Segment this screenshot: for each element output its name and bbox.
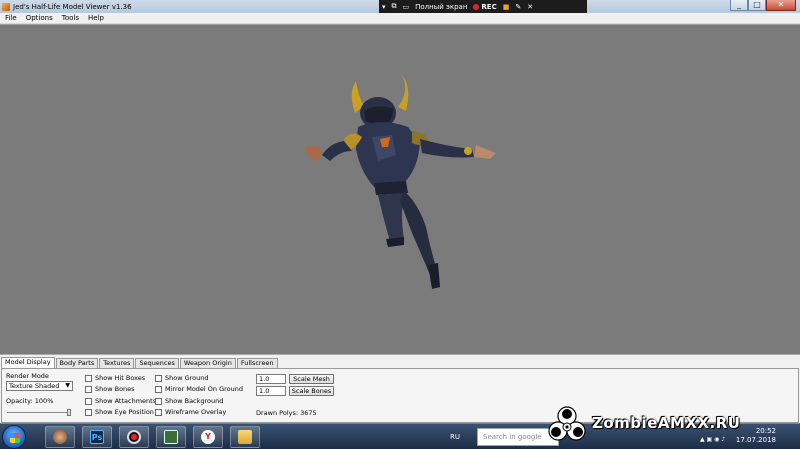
opacity-slider-thumb[interactable]: [67, 409, 71, 416]
model-viewport[interactable]: [0, 24, 800, 354]
window-icon[interactable]: ▭: [403, 3, 410, 11]
taskbar-app-yandex[interactable]: Y: [193, 426, 223, 448]
menu-bar: File Options Tools Help: [0, 13, 800, 24]
yandex-browser-icon: Y: [201, 430, 215, 444]
opacity-slider[interactable]: [7, 409, 71, 416]
taskbar-app-recorder[interactable]: [119, 426, 149, 448]
scale-bones-button[interactable]: Scale Bones: [289, 386, 334, 396]
tab-weapon-origin[interactable]: Weapon Origin: [179, 358, 236, 368]
wireframe-overlay-checkbox[interactable]: Wireframe Overlay: [155, 408, 226, 416]
record-icon: [127, 430, 141, 444]
photoshop-icon: Ps: [90, 430, 104, 444]
tab-textures[interactable]: Textures: [99, 358, 135, 368]
tab-model-display[interactable]: Model Display: [1, 357, 55, 368]
render-mode-select[interactable]: Texture Shaded ▼: [6, 381, 73, 391]
monitor-icon: [164, 430, 178, 444]
show-ground-checkbox[interactable]: Show Ground: [155, 374, 209, 382]
record-dot-icon: [473, 3, 480, 10]
character-model: [306, 75, 496, 289]
maximize-button[interactable]: □: [748, 0, 766, 11]
fullscreen-mode-label[interactable]: Полный экран: [415, 3, 467, 11]
show-eye-position-checkbox[interactable]: Show Eye Position: [85, 408, 154, 416]
tab-body-parts[interactable]: Body Parts: [55, 358, 99, 368]
taskbar-app-photo[interactable]: [45, 426, 75, 448]
chevron-down-icon: ▼: [65, 382, 70, 389]
windows-logo-icon: [10, 433, 20, 443]
show-bones-checkbox[interactable]: Show Bones: [85, 385, 135, 393]
show-attachments-checkbox[interactable]: Show Attachments: [85, 397, 156, 405]
biohazard-icon: [548, 406, 586, 441]
taskbar-app-photoshop[interactable]: Ps: [82, 426, 112, 448]
taskbar-app-monitor[interactable]: [156, 426, 186, 448]
show-hit-boxes-checkbox[interactable]: Show Hit Boxes: [85, 374, 145, 382]
render-mode-value: Texture Shaded: [9, 382, 60, 390]
drawn-polys-readout: Drawn Polys: 3675: [256, 409, 317, 417]
mirror-model-checkbox[interactable]: Mirror Model On Ground: [155, 385, 243, 393]
screen-recorder-toolbar: ▾ ⧉ ▭ Полный экран REC ■ ✎ ✕: [379, 0, 587, 13]
camera-icon[interactable]: ■: [503, 3, 510, 11]
close-recorder-icon[interactable]: ✕: [527, 3, 533, 11]
restore-icon[interactable]: ⧉: [392, 2, 397, 11]
tab-fullscreen[interactable]: Fullscreen: [236, 358, 278, 368]
tab-sequences[interactable]: Sequences: [135, 358, 179, 368]
folder-icon: [238, 430, 252, 444]
watermark: ZombieAMXX.RU: [542, 400, 800, 449]
window-controls: _ □ ✕: [730, 0, 796, 12]
show-background-checkbox[interactable]: Show Background: [155, 397, 223, 405]
minimize-button[interactable]: _: [730, 0, 748, 11]
rec-button[interactable]: REC: [473, 3, 497, 11]
opacity-label: Opacity: 100%: [6, 397, 54, 405]
photo-icon: [53, 430, 67, 444]
scale-bones-input[interactable]: 1.0: [256, 386, 286, 396]
opacity-slider-track: [7, 412, 71, 413]
taskbar-app-explorer[interactable]: [230, 426, 260, 448]
render-mode-label: Render Mode: [6, 372, 49, 380]
menu-file[interactable]: File: [5, 14, 17, 22]
scale-mesh-input[interactable]: 1.0: [256, 374, 286, 384]
minimize-icon[interactable]: ▾: [382, 3, 386, 11]
app-icon: [2, 2, 10, 11]
scale-mesh-button[interactable]: Scale Mesh: [289, 374, 334, 384]
menu-options[interactable]: Options: [26, 14, 53, 22]
panel-tabs: Model Display Body Parts Textures Sequen…: [1, 357, 279, 368]
start-button[interactable]: [2, 425, 26, 449]
menu-help[interactable]: Help: [88, 14, 104, 22]
window-title: Jed's Half-Life Model Viewer v1.36: [13, 2, 132, 11]
menu-tools[interactable]: Tools: [62, 14, 79, 22]
language-indicator[interactable]: RU: [450, 433, 460, 441]
watermark-text: ZombieAMXX.RU: [592, 414, 741, 432]
pencil-icon[interactable]: ✎: [515, 3, 521, 11]
close-button[interactable]: ✕: [766, 0, 796, 11]
